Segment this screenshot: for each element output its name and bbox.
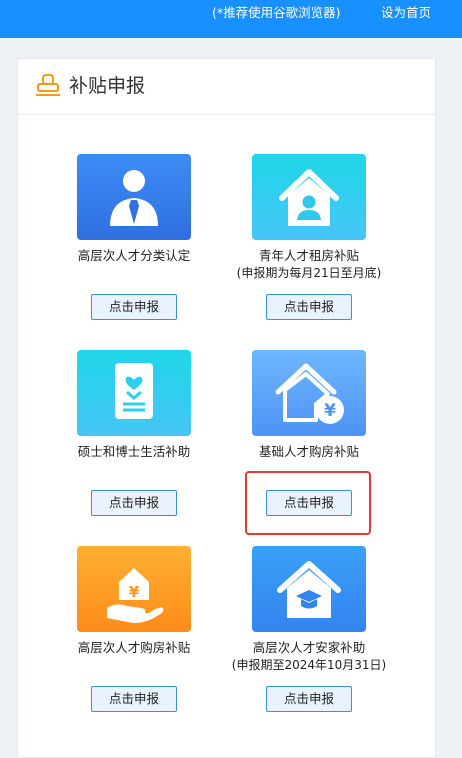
apply-button[interactable]: 点击申报 [266,294,352,320]
card-title: 基础人才购房补贴 [258,444,359,459]
browser-hint: (*推荐使用谷歌浏览器) [212,5,341,20]
hand-house-yen-icon: ¥ [107,568,164,623]
card-title: 高层次人才分类认定 [77,248,191,263]
svg-text:¥: ¥ [324,401,336,421]
masters-phd-allowance-card-image[interactable] [77,350,191,436]
card-title: 硕士和博士生活补助 [77,444,191,459]
apply-button[interactable]: 点击申报 [91,490,177,516]
house-yen-icon: ¥ [275,363,344,424]
apply-button[interactable]: 点击申报 [91,294,177,320]
certificate-icon [115,363,153,419]
set-homepage-link[interactable]: 设为首页 [381,6,431,20]
card-title: 高层次人才购房补贴 [77,640,191,655]
high-talent-housing-card-image[interactable]: ¥ [77,546,191,632]
svg-text:¥: ¥ [129,583,140,601]
house-graduation-cap-icon [277,561,341,618]
settlement-allowance-card-image[interactable] [252,546,366,632]
card-subtitle: (申报期至2024年10月31日) [231,658,387,672]
card-title: 青年人才租房补贴 [258,248,359,263]
stamp-icon [34,73,62,99]
panel-title: 补贴申报 [69,75,146,97]
youth-rent-subsidy-card-image[interactable] [252,154,366,240]
panel-header: 补贴申报 [18,59,435,115]
top-bar: (*推荐使用谷歌浏览器) 设为首页 [0,0,462,38]
apply-button[interactable]: 点击申报 [266,686,352,712]
card-subtitle: (申报期为每月21日至月底) [236,266,382,280]
person-tie-icon [110,170,158,226]
apply-button[interactable]: 点击申报 [91,686,177,712]
house-person-icon [279,169,339,226]
highlight-box [245,471,371,535]
card-title: 高层次人才安家补助 [252,640,366,655]
talent-classification-card-image[interactable] [77,154,191,240]
basic-talent-housing-card-image[interactable]: ¥ [252,350,366,436]
